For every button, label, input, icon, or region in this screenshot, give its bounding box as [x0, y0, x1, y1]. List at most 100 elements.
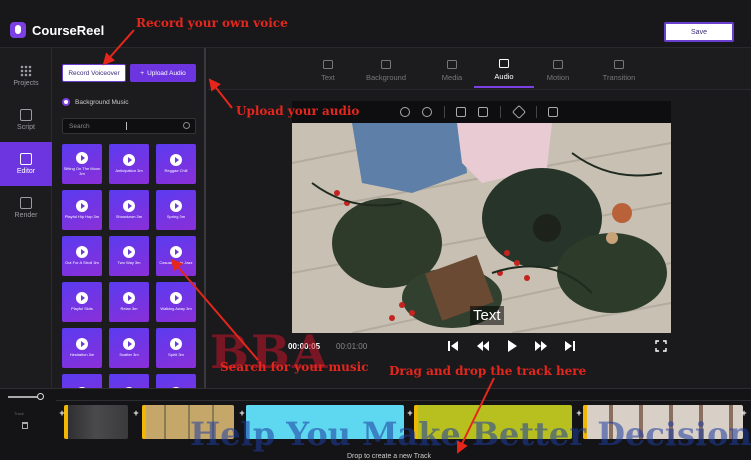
background-music-option[interactable]: Background Music [62, 98, 128, 106]
app-root: CourseReel Save Projects Script Editor R… [0, 0, 751, 460]
layers-icon[interactable] [511, 104, 527, 120]
play-icon[interactable] [170, 200, 182, 213]
play-icon[interactable] [76, 151, 88, 164]
add-clip-icon[interactable]: + [132, 409, 140, 418]
equalizer-icon [499, 59, 509, 68]
app-name: CourseReel [32, 22, 105, 38]
text-icon [323, 60, 333, 69]
annotation-record-voice: Record your own voice [136, 16, 288, 30]
tab-media[interactable]: Media [422, 54, 482, 88]
music-track-label: Casual Beats Jazz [159, 260, 193, 266]
play-icon[interactable] [170, 154, 182, 167]
zoom-slider[interactable] [8, 393, 44, 400]
music-track-label: Two Way 3m [117, 260, 141, 266]
nav-item-label: Render [14, 212, 38, 219]
add-clip-icon[interactable]: + [58, 409, 66, 418]
nav-item-render[interactable]: Render [0, 186, 52, 230]
time-ruler[interactable] [56, 389, 751, 401]
undo-icon[interactable] [400, 107, 410, 117]
rewind-icon[interactable] [476, 339, 490, 353]
music-track-tile[interactable]: Out For A Stroll 3m [62, 236, 102, 276]
delete-track-icon[interactable] [22, 422, 28, 429]
music-track-tile[interactable]: Spirit 3m [156, 328, 196, 368]
nav-item-label: Editor [16, 168, 36, 175]
music-track-tile[interactable]: Two Way 3m [109, 236, 149, 276]
skip-back-icon[interactable] [446, 339, 460, 353]
music-track-label: Anticipation 3m [115, 168, 143, 174]
play-icon[interactable] [76, 338, 88, 351]
music-track-tile[interactable]: Reggae Chill [156, 144, 196, 184]
upload-audio-button[interactable]: + Upload Audio [130, 64, 196, 82]
play-icon[interactable] [123, 200, 135, 213]
video-preview[interactable] [292, 123, 671, 333]
play-icon[interactable] [76, 292, 88, 305]
radio-selected-icon [62, 98, 70, 106]
left-nav: Projects Script Editor Render [0, 48, 52, 388]
tab-label: Motion [546, 73, 570, 82]
bring-back-icon[interactable] [456, 107, 466, 117]
play-icon[interactable] [123, 292, 135, 305]
music-track-label: Showdown 3m [115, 214, 143, 220]
top-bar: CourseReel Save [0, 0, 751, 48]
background-icon [381, 60, 391, 69]
nav-item-script[interactable]: Script [0, 98, 52, 142]
tab-transition[interactable]: Transition [589, 54, 649, 88]
skip-forward-icon[interactable] [563, 339, 577, 353]
divider [536, 106, 537, 118]
music-track-tile[interactable]: Walking Away 3m [156, 282, 196, 322]
video-frame-image [292, 123, 671, 333]
record-voiceover-button[interactable]: Record Voiceover [62, 64, 126, 82]
trash-icon[interactable] [548, 107, 558, 117]
play-icon[interactable] [170, 338, 182, 351]
zoom-knob[interactable] [37, 393, 44, 400]
editor-tabs: Text Background Media Audio Motion Trans… [208, 48, 751, 90]
nav-item-editor[interactable]: Editor [0, 142, 52, 186]
music-track-tile[interactable]: Spring 3m [156, 190, 196, 230]
nav-item-label: Projects [13, 80, 39, 87]
play-icon[interactable] [123, 338, 135, 351]
music-track-tile[interactable]: Scatter 3m [109, 328, 149, 368]
save-button[interactable]: Save [664, 22, 734, 42]
clip-trim-handle[interactable] [142, 405, 146, 439]
fullscreen-icon[interactable] [655, 340, 667, 352]
redo-icon[interactable] [422, 107, 432, 117]
watermark-tagline: Help You Make Better Decisions [190, 415, 751, 453]
timeline-clip[interactable] [64, 405, 128, 439]
clip-thumbnail [64, 405, 128, 439]
drop-new-track-label: Drop to create a new Track [347, 453, 432, 460]
play-icon[interactable] [76, 246, 88, 259]
plus-icon: + [140, 69, 145, 77]
upload-audio-label: Upload Audio [147, 69, 186, 77]
music-track-tile[interactable]: Hesitation 3m [62, 328, 102, 368]
nav-item-projects[interactable]: Projects [0, 54, 52, 98]
play-icon[interactable] [170, 292, 182, 305]
play-icon[interactable] [505, 339, 519, 353]
video-text-overlay[interactable]: Text [470, 306, 504, 325]
play-icon[interactable] [170, 246, 182, 259]
music-track-tile[interactable]: Anticipation 3m [109, 144, 149, 184]
tab-label: Audio [494, 72, 514, 81]
tab-label: Transition [602, 73, 636, 82]
search-input[interactable]: Search [62, 118, 196, 134]
play-icon[interactable] [123, 246, 135, 259]
search-placeholder: Search [69, 122, 90, 130]
tab-audio[interactable]: Audio [474, 54, 534, 88]
document-icon [20, 109, 32, 121]
music-track-tile[interactable]: Playful Skits [62, 282, 102, 322]
music-track-tile[interactable]: Casual Beats Jazz [156, 236, 196, 276]
nav-item-label: Script [17, 124, 35, 131]
music-track-tile[interactable]: Relax 3m [109, 282, 149, 322]
bring-front-icon[interactable] [478, 107, 488, 117]
music-track-tile[interactable]: Playful Hip Hop 3m [62, 190, 102, 230]
fast-forward-icon[interactable] [534, 339, 548, 353]
music-track-tile[interactable]: Showdown 3m [109, 190, 149, 230]
track-label: Track [14, 411, 24, 416]
music-track-tile[interactable]: Sitting On The Moon 3m [62, 144, 102, 184]
play-icon[interactable] [76, 200, 88, 213]
image-icon [20, 197, 32, 209]
tab-background[interactable]: Background [356, 54, 416, 88]
grid-icon [20, 65, 32, 77]
play-icon[interactable] [123, 154, 135, 167]
tab-text[interactable]: Text [298, 54, 358, 88]
tab-motion[interactable]: Motion [528, 54, 588, 88]
